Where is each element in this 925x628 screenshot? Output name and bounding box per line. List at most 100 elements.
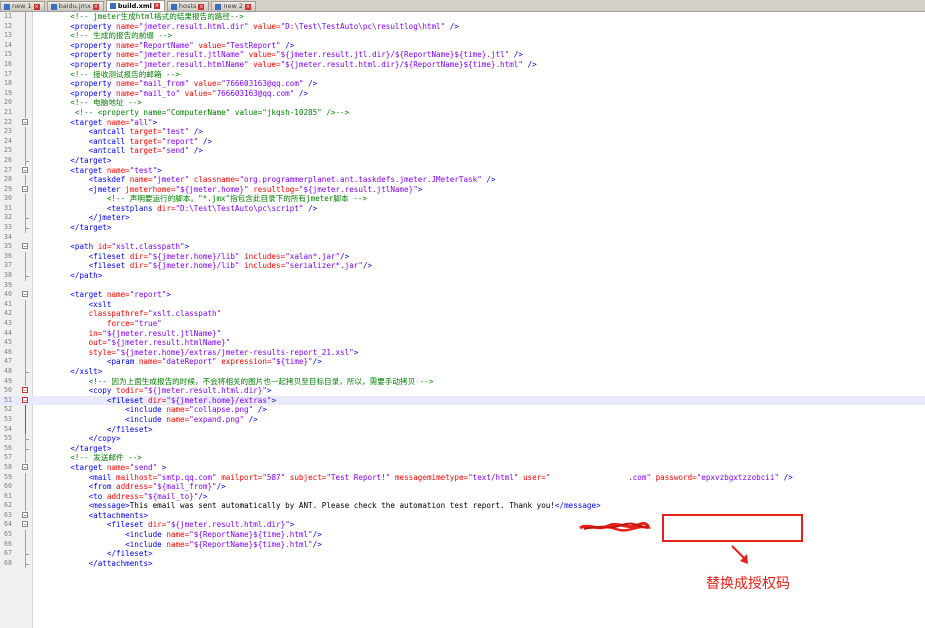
code-line[interactable]: 58 − <target name="send" >	[0, 463, 925, 473]
code-line[interactable]: 48 </xslt>	[0, 366, 925, 377]
code-line[interactable]: 36 <fileset dir="${jmeter.home}/lib" inc…	[0, 251, 925, 262]
fold-toggle-icon[interactable]: −	[22, 387, 28, 394]
code-line[interactable]: 26 </target>	[0, 155, 925, 166]
line-number: 51	[4, 395, 12, 404]
code-line[interactable]: 33 </target>	[0, 223, 925, 233]
code-line[interactable]: 61 <to address="${mail_to}"/>	[0, 491, 925, 502]
code-text: <from address="${mail_from}"/>	[52, 482, 226, 492]
line-number: 35	[4, 242, 12, 251]
code-line[interactable]: 19 <property name="mail_to" value="76660…	[0, 88, 925, 99]
line-number: 43	[4, 319, 12, 327]
code-token: </message>	[554, 501, 601, 511]
code-line[interactable]: 42 classpathref="xslt.classpath"	[0, 309, 925, 319]
code-token: expression=	[221, 357, 272, 367]
file-icon	[4, 3, 10, 10]
code-line[interactable]: 13 <!-- 生成的报告的前缀 -->	[0, 31, 925, 41]
code-text: in="${jmeter.result.jtlName}"	[52, 329, 222, 339]
code-token: <taskdef	[88, 175, 130, 185]
code-line[interactable]: 45 out="${jmeter.result.htmlName}"	[0, 338, 925, 348]
code-line[interactable]: 16 <property name="jmeter.result.htmlNam…	[0, 59, 925, 70]
code-line[interactable]: 29 − <jmeter jmeterhome="${jmeter.home}" …	[0, 185, 925, 195]
tab-build-xml[interactable]: build.xml ×	[105, 0, 165, 11]
code-line[interactable]: 27 − <target name="test">	[0, 166, 925, 176]
code-line[interactable]: 44 in="${jmeter.result.jtlName}"	[0, 328, 925, 339]
fold-toggle-icon[interactable]: −	[22, 291, 28, 298]
code-line[interactable]: 30 <!-- 声明要运行的脚本。"*.jmx"指包含此目录下的所有jmeter…	[0, 194, 925, 204]
code-line[interactable]: 59 <mail mailhost="smtp.qq.com" mailport…	[0, 472, 925, 483]
code-line[interactable]: 18 <property name="mail_from" value="766…	[0, 79, 925, 89]
fold-toggle-icon[interactable]: −	[22, 396, 28, 403]
code-line[interactable]: 17 <!-- 接收测试报告的邮箱 -->	[0, 69, 925, 80]
code-line[interactable]: 52 <include name="collapse.png" />	[0, 405, 925, 415]
fold-toggle-icon[interactable]: −	[22, 243, 28, 250]
code-line[interactable]: 23 <antcall target="test" />	[0, 127, 925, 137]
tab-new-2[interactable]: new 2 ×	[211, 1, 256, 11]
tab-hosts[interactable]: hosts ×	[166, 1, 210, 11]
code-line[interactable]: 14 <property name="ReportName" value="Te…	[0, 40, 925, 51]
close-icon[interactable]: ×	[153, 3, 160, 9]
code-line[interactable]: 38 </path>	[0, 271, 925, 281]
code-line[interactable]: 25 <antcall target="send" />	[0, 146, 925, 156]
code-line[interactable]: 22 − <target name="all">	[0, 118, 925, 128]
fold-toggle-icon[interactable]: −	[22, 166, 28, 173]
fold-toggle-icon[interactable]: −	[22, 185, 28, 192]
code-line[interactable]: 11 <!-- jmeter生成html格式的结果报告的路径-->	[0, 12, 925, 22]
code-line[interactable]: 62 <message>This email was sent automati…	[0, 501, 925, 511]
close-icon[interactable]: ×	[33, 3, 40, 10]
close-icon[interactable]: ×	[244, 3, 251, 10]
close-icon[interactable]: ×	[92, 3, 99, 10]
code-line[interactable]: 51 − <fileset dir="${jmeter.home}/extras"…	[0, 395, 925, 406]
code-token: "org.programmerplanet.ant.taskdefs.jmete…	[239, 175, 487, 185]
code-line[interactable]: 57 <!-- 发送邮件 -->	[0, 453, 925, 463]
close-icon[interactable]: ×	[198, 3, 205, 10]
code-text: style="${jmeter.home}/extras/jmeter-resu…	[52, 348, 359, 358]
fold-toggle-icon[interactable]: −	[22, 118, 28, 125]
code-line[interactable]: 60 <from address="${mail_from}"/>	[0, 482, 925, 492]
code-token: "serializer*.jar"	[285, 261, 363, 271]
tab-baidu-jmx[interactable]: baidu.jmx ×	[46, 1, 104, 11]
code-line[interactable]: 47 <param name="dateReport" expression="…	[0, 357, 925, 367]
fold-toggle-icon[interactable]: −	[22, 521, 28, 528]
code-token: "587"	[262, 472, 290, 482]
code-line[interactable]: 56 </target>	[0, 443, 925, 454]
code-line[interactable]: 68 </attachments>	[0, 558, 925, 569]
code-line[interactable]: 55 </copy>	[0, 434, 925, 444]
code-line[interactable]: 37 <fileset dir="${jmeter.home}/lib" inc…	[0, 261, 925, 272]
code-token: "report"	[129, 290, 167, 300]
code-line[interactable]: 41 <xslt	[0, 299, 925, 310]
code-line[interactable]: 50 − <copy todir="${jmeter.result.html.di…	[0, 386, 925, 396]
code-line[interactable]: 49 <!-- 因为上面生成报告的时候，不会将相关的图片也一起拷贝至目标目录，所…	[0, 376, 925, 387]
code-line[interactable]: 24 <antcall target="report" />	[0, 136, 925, 147]
fold-toggle-icon[interactable]: −	[22, 463, 28, 470]
code-line[interactable]: 54 </fileset>	[0, 424, 925, 435]
line-number: 57	[4, 453, 12, 462]
fold-toggle-icon[interactable]: −	[22, 511, 28, 518]
code-line[interactable]: 46 style="${jmeter.home}/extras/jmeter-r…	[0, 347, 925, 358]
code-line[interactable]: 32 </jmeter>	[0, 213, 925, 224]
code-token: dir=	[148, 520, 167, 530]
code-line[interactable]: 15 <property name="jmeter.result.jtlName…	[0, 50, 925, 60]
code-line[interactable]: 28 <taskdef name="jmeter" classname="org…	[0, 175, 925, 185]
code-token: </jmeter>	[88, 213, 130, 223]
code-line[interactable]: 43 force="true"	[0, 319, 925, 329]
code-line[interactable]: 20 <!-- 电脑地址 -->	[0, 98, 925, 108]
code-token: "D:\Test\TestAuto\pc\script"	[175, 203, 309, 213]
code-line[interactable]: 35 − <path id="xslt.classpath">	[0, 242, 925, 252]
code-text: <!-- 电脑地址 -->	[52, 98, 142, 108]
code-line[interactable]: 39	[0, 281, 925, 291]
code-line[interactable]: 40 − <target name="report">	[0, 290, 925, 300]
code-line[interactable]: 53 <include name="expand.png" />	[0, 414, 925, 425]
code-line[interactable]: 67 </fileset>	[0, 549, 925, 559]
code-editor[interactable]: 11 <!-- jmeter生成html格式的结果报告的路径--> 12 <pro…	[0, 12, 925, 569]
code-token: name=	[138, 357, 162, 367]
code-line[interactable]: 31 <testplans dir="D:\Test\TestAuto\pc\s…	[0, 203, 925, 214]
code-token: name=	[106, 290, 130, 300]
tab-new-1[interactable]: new 1 ×	[0, 1, 45, 11]
code-line[interactable]: 34	[0, 233, 925, 243]
code-line[interactable]: 12 <property name="jmeter.result.html.di…	[0, 21, 925, 32]
code-line[interactable]: 21 <!-- <property name="ComputerName" va…	[0, 107, 925, 118]
code-token: <xslt	[88, 299, 112, 309]
